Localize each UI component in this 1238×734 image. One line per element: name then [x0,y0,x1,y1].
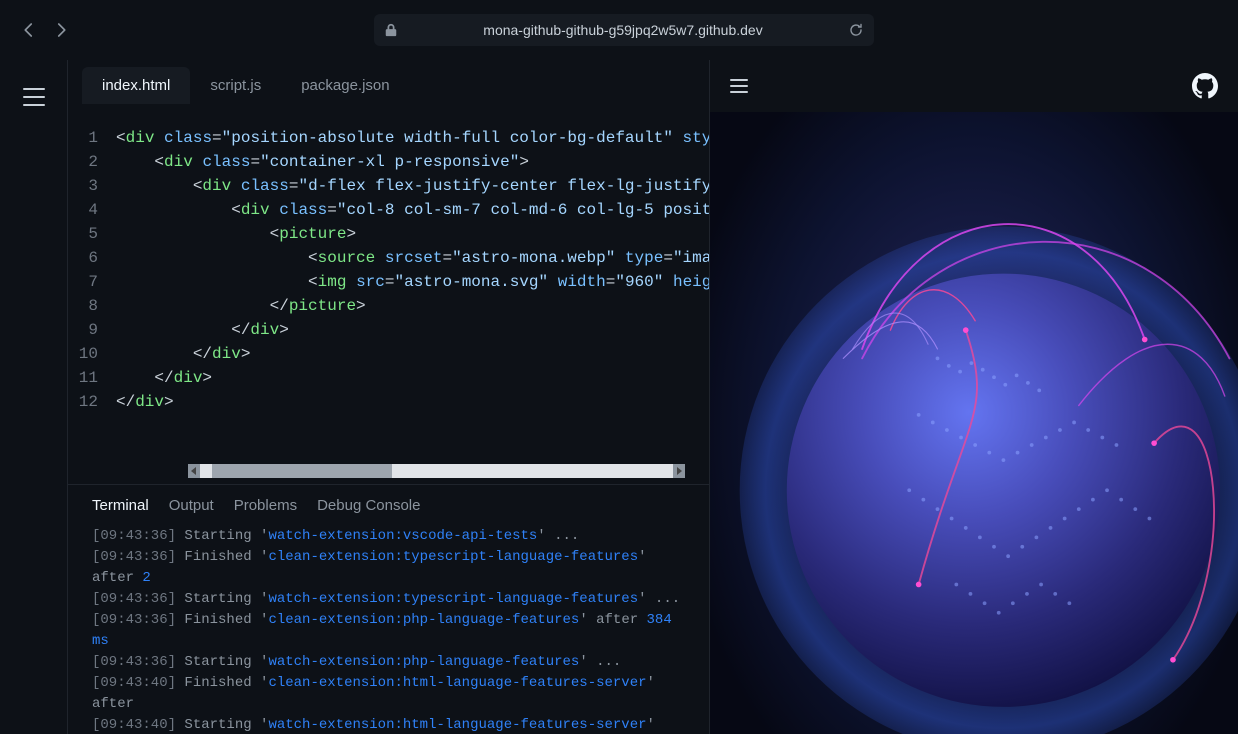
code-content[interactable]: <div class="col-8 col-sm-7 col-md-6 col-… [116,198,709,222]
panel-tabs: Terminal Output Problems Debug Console [68,485,709,522]
url-bar[interactable]: mona-github-github-g59jpq2w5w7.github.de… [374,14,874,46]
code-content[interactable]: </div> [116,390,174,414]
nav-arrows [20,21,70,39]
panel-tab-problems[interactable]: Problems [234,497,297,514]
code-line: 12</div> [68,390,709,414]
bottom-panel: Terminal Output Problems Debug Console [09:… [68,484,709,734]
code-content[interactable]: </div> [116,366,212,390]
code-content[interactable]: </div> [116,318,289,342]
line-number: 4 [68,198,116,222]
terminal-line: [09:43:36] Finished 'clean-extension:php… [92,610,685,652]
scroll-right-icon[interactable] [673,464,685,478]
globe-graphic [730,170,1238,734]
code-line: 11 </div> [68,366,709,390]
code-viewport[interactable]: 1<div class="position-absolute width-ful… [68,104,709,458]
preview-menu-icon[interactable] [730,79,748,93]
code-content[interactable]: <picture> [116,222,356,246]
refresh-icon[interactable] [848,22,864,38]
terminal-line: [09:43:36] Finished 'clean-extension:typ… [92,547,685,589]
editor-column: index.htmlscript.jspackage.json 1<div cl… [68,60,710,734]
line-number: 12 [68,390,116,414]
code-area: 1<div class="position-absolute width-ful… [68,104,709,484]
code-line: 4 <div class="col-8 col-sm-7 col-md-6 co… [68,198,709,222]
url-text: mona-github-github-g59jpq2w5w7.github.de… [406,22,840,38]
browser-toolbar: mona-github-github-g59jpq2w5w7.github.de… [0,0,1238,60]
code-content[interactable]: <div class="position-absolute width-full… [116,126,709,150]
preview-header [710,60,1238,112]
scroll-thumb[interactable] [212,464,392,478]
app-window: mona-github-github-g59jpq2w5w7.github.de… [0,0,1238,734]
line-number: 6 [68,246,116,270]
code-line: 10 </div> [68,342,709,366]
line-number: 7 [68,270,116,294]
code-line: 3 <div class="d-flex flex-justify-center… [68,174,709,198]
menu-icon[interactable] [23,88,45,106]
code-line: 2 <div class="container-xl p-responsive"… [68,150,709,174]
panel-tab-terminal[interactable]: Terminal [92,497,149,514]
github-logo-icon[interactable] [1192,73,1218,99]
code-line: 7 <img src="astro-mona.svg" width="960" … [68,270,709,294]
panel-tab-output[interactable]: Output [169,497,214,514]
terminal-line: [09:43:36] Starting 'watch-extension:vsc… [92,526,685,547]
line-number: 3 [68,174,116,198]
terminal-line: [09:43:40] Finished 'clean-extension:htm… [92,673,685,715]
terminal-line: [09:43:36] Starting 'watch-extension:php… [92,652,685,673]
code-content[interactable]: </div> [116,342,250,366]
preview-pane [710,60,1238,734]
code-line: 5 <picture> [68,222,709,246]
scroll-track[interactable] [200,464,673,478]
line-number: 10 [68,342,116,366]
editor-tab-index-html[interactable]: index.html [82,67,190,104]
code-content[interactable]: <div class="container-xl p-responsive"> [116,150,529,174]
terminal-output[interactable]: [09:43:36] Starting 'watch-extension:vsc… [68,522,709,734]
back-icon[interactable] [20,21,38,39]
globe-svg [730,170,1238,734]
terminal-line: [09:43:36] Starting 'watch-extension:typ… [92,589,685,610]
terminal-line: [09:43:40] Starting 'watch-extension:htm… [92,715,685,734]
panel-tab-debug-console[interactable]: Debug Console [317,497,420,514]
code-line: 1<div class="position-absolute width-ful… [68,126,709,150]
horizontal-scrollbar[interactable] [188,464,685,478]
code-content[interactable]: <img src="astro-mona.svg" width="960" he… [116,270,709,294]
line-number: 2 [68,150,116,174]
code-line: 8 </picture> [68,294,709,318]
activity-bar [0,60,68,734]
line-number: 8 [68,294,116,318]
code-line: 6 <source srcset="astro-mona.webp" type=… [68,246,709,270]
main-body: index.htmlscript.jspackage.json 1<div cl… [0,60,1238,734]
lock-icon [384,23,398,37]
line-number: 1 [68,126,116,150]
forward-icon[interactable] [52,21,70,39]
code-content[interactable]: <div class="d-flex flex-justify-center f… [116,174,709,198]
code-content[interactable]: <source srcset="astro-mona.webp" type="i… [116,246,709,270]
line-number: 5 [68,222,116,246]
line-number: 9 [68,318,116,342]
line-number: 11 [68,366,116,390]
editor-tab-script-js[interactable]: script.js [190,67,281,104]
scroll-left-icon[interactable] [188,464,200,478]
code-content[interactable]: </picture> [116,294,366,318]
editor-tab-package-json[interactable]: package.json [281,67,409,104]
code-line: 9 </div> [68,318,709,342]
editor-tabs: index.htmlscript.jspackage.json [68,60,709,104]
